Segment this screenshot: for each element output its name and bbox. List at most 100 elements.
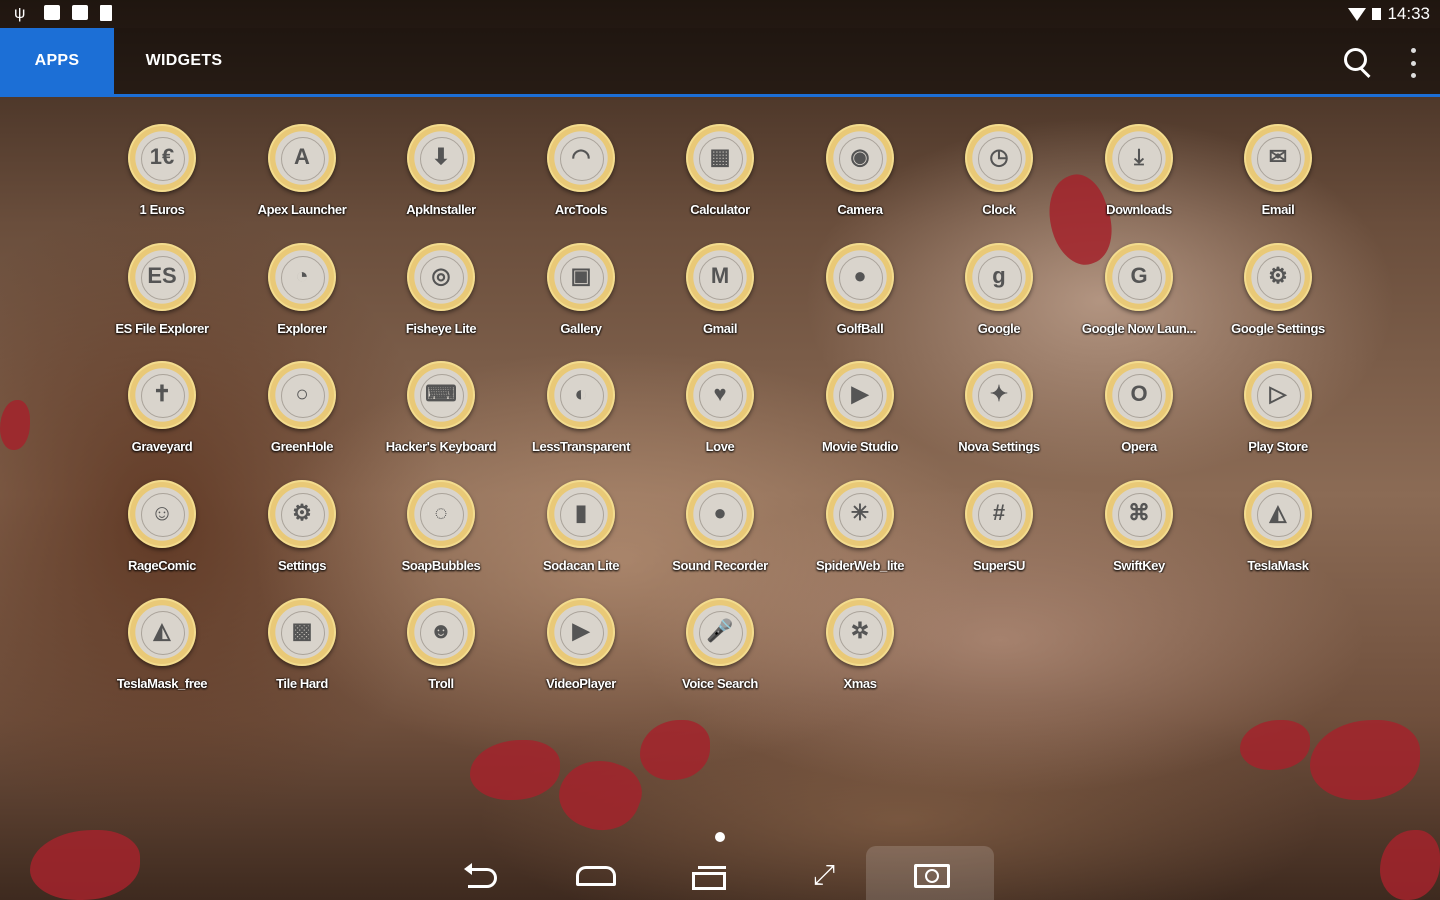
app-glyph: ✳ [850, 500, 870, 525]
app-label: SoapBubbles [401, 558, 481, 573]
app-icon-item[interactable]: ES ES File Explorer [92, 241, 232, 359]
tab-widgets[interactable]: WIDGETS [114, 28, 254, 94]
euro-coin-icon: ▶ [547, 598, 615, 666]
app-icon-item[interactable]: A Apex Launcher [232, 122, 372, 240]
app-icon-item[interactable]: ⬇ ApkInstaller [371, 122, 511, 240]
expand-button[interactable]: ⤢ [804, 858, 844, 892]
euro-coin-icon: ◐ [547, 361, 615, 429]
app-icon-item[interactable]: # SuperSU [929, 478, 1069, 596]
notification-icon [72, 5, 88, 20]
app-glyph: ◠ [571, 144, 591, 169]
app-icon-item[interactable]: ◷ Clock [929, 122, 1069, 240]
app-icon-item[interactable]: 1€ 1 Euros [92, 122, 232, 240]
screenshot-button[interactable] [866, 846, 994, 900]
euro-coin-icon: ▦ [686, 124, 754, 192]
overflow-menu-button[interactable] [1406, 48, 1420, 78]
euro-coin-icon: A [268, 124, 336, 192]
system-icons: 14:33 [1348, 4, 1430, 24]
recents-button[interactable] [688, 858, 728, 892]
app-icon-item[interactable]: ◠ ArcTools [511, 122, 651, 240]
search-button[interactable] [1340, 44, 1376, 80]
app-icon-item[interactable]: ◉ Camera [790, 122, 930, 240]
app-label: Camera [837, 202, 883, 217]
app-icon-item[interactable]: ◭ TeslaMask_free [92, 596, 232, 714]
app-glyph: ☻ [429, 618, 453, 643]
app-icon-item[interactable]: ◔ Explorer [232, 241, 372, 359]
home-button[interactable] [574, 858, 616, 892]
app-icon-item[interactable]: ✝ Graveyard [92, 359, 232, 477]
app-glyph: ✲ [850, 618, 870, 643]
euro-coin-icon: ▮ [547, 480, 615, 548]
app-icon-item[interactable]: ⌘ SwiftKey [1069, 478, 1209, 596]
app-icon-item[interactable]: ○ GreenHole [232, 359, 372, 477]
app-icon-item[interactable]: ♥ Love [650, 359, 790, 477]
euro-coin-icon: ⤓ [1105, 124, 1173, 192]
app-icon-item[interactable]: ● Sound Recorder [650, 478, 790, 596]
app-icon-item[interactable]: ▶ Movie Studio [790, 359, 930, 477]
app-glyph: ○ [295, 381, 309, 406]
app-icon-item[interactable]: ▶ VideoPlayer [511, 596, 651, 714]
app-glyph: ✉ [1268, 144, 1288, 169]
euro-coin-icon: ⌘ [1105, 480, 1173, 548]
euro-coin-icon: # [965, 480, 1033, 548]
app-icon-item[interactable]: ◌ SoapBubbles [371, 478, 511, 596]
app-icon-item[interactable]: ✉ Email [1208, 122, 1348, 240]
app-icon-item[interactable]: ⤓ Downloads [1069, 122, 1209, 240]
app-icon-item[interactable]: ▮ Sodacan Lite [511, 478, 651, 596]
app-glyph: ✝ [152, 381, 172, 406]
recents-icon [692, 872, 726, 890]
app-icon-item[interactable]: ● GolfBall [790, 241, 930, 359]
app-label: Opera [1121, 439, 1157, 454]
usb-icon: ψ [14, 5, 26, 22]
euro-coin-icon: G [1105, 243, 1173, 311]
app-icon-item[interactable]: ◎ Fisheye Lite [371, 241, 511, 359]
app-icon-item[interactable]: ✳ SpiderWeb_lite [790, 478, 930, 596]
app-icon-item[interactable]: ✦ Nova Settings [929, 359, 1069, 477]
euro-coin-icon: ▩ [268, 598, 336, 666]
app-label: Fisheye Lite [405, 321, 477, 336]
app-icon-item[interactable]: ▩ Tile Hard [232, 596, 372, 714]
app-icon-item[interactable]: ☺ RageComic [92, 478, 232, 596]
app-glyph: A [294, 144, 310, 169]
clock-time: 14:33 [1387, 4, 1430, 23]
euro-coin-icon: ✳ [826, 480, 894, 548]
app-label: Explorer [277, 321, 327, 336]
euro-coin-icon: ◌ [407, 480, 475, 548]
app-label: Nova Settings [958, 439, 1040, 454]
app-label: ApkInstaller [406, 202, 476, 217]
app-icon-item[interactable]: g Google [929, 241, 1069, 359]
app-glyph: ◷ [989, 144, 1009, 169]
app-icon-item[interactable]: M Gmail [650, 241, 790, 359]
app-icon-item[interactable]: ▦ Calculator [650, 122, 790, 240]
app-label: SwiftKey [1113, 558, 1165, 573]
app-icon-item[interactable]: O Opera [1069, 359, 1209, 477]
back-icon [468, 868, 497, 888]
app-glyph: ⌘ [1128, 500, 1150, 525]
app-icon-item[interactable]: ▷ Play Store [1208, 359, 1348, 477]
app-icon-item[interactable]: ⚙ Settings [232, 478, 372, 596]
app-icon-item[interactable]: ▣ Gallery [511, 241, 651, 359]
wallpaper-petal [470, 740, 560, 800]
app-icon-item[interactable]: ◭ TeslaMask [1208, 478, 1348, 596]
app-label: Graveyard [131, 439, 193, 454]
app-icon-item[interactable]: ⌨ Hacker's Keyboard [371, 359, 511, 477]
app-glyph: ◐ [574, 381, 588, 406]
app-icon-item[interactable]: ⚙ Google Settings [1208, 241, 1348, 359]
app-icon-item[interactable]: ◐ LessTransparent [511, 359, 651, 477]
app-glyph: ▮ [574, 500, 588, 525]
euro-coin-icon: ⌨ [407, 361, 475, 429]
app-glyph: ⤓ [1134, 144, 1144, 169]
app-glyph: O [1130, 381, 1148, 406]
app-icon-item[interactable]: ☻ Troll [371, 596, 511, 714]
app-icon-item[interactable]: ✲ Xmas [790, 596, 930, 714]
euro-coin-icon: ✲ [826, 598, 894, 666]
app-icon-item[interactable]: G Google Now Laun... [1069, 241, 1209, 359]
app-glyph: ◎ [431, 263, 451, 288]
app-icon-item[interactable]: 🎤 Voice Search [650, 596, 790, 714]
page-indicator [715, 832, 725, 842]
euro-coin-icon: ● [686, 480, 754, 548]
euro-coin-icon: ◷ [965, 124, 1033, 192]
tab-apps[interactable]: APPS [0, 28, 114, 94]
back-button[interactable] [462, 858, 502, 892]
app-label: Xmas [843, 676, 877, 691]
